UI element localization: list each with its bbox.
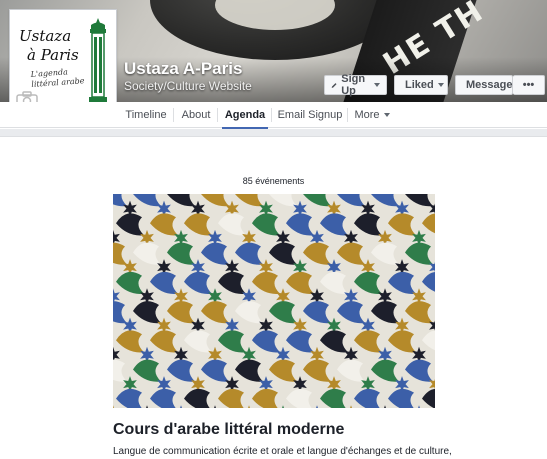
page-title[interactable]: Ustaza A-Paris [124, 59, 242, 79]
liked-label: Liked [405, 79, 434, 91]
liked-button[interactable]: Liked [394, 75, 448, 95]
message-label: Message [466, 79, 513, 91]
tab-more[interactable]: More [348, 102, 396, 128]
tab-timeline[interactable]: Timeline [118, 102, 174, 128]
event-count: 85 événements [242, 176, 305, 186]
profile-picture[interactable]: Ustaza à Paris L'agenda littéral arabe [9, 9, 117, 117]
logo-tagline: L'agenda littéral arabe [30, 67, 85, 89]
chevron-down-icon [437, 83, 444, 87]
tab-email-signup[interactable]: Email Signup [272, 102, 348, 128]
chevron-down-icon [383, 113, 390, 117]
event-cover-image[interactable] [113, 194, 435, 408]
page-nav-bar: Timeline About Agenda Email Signup More [0, 102, 547, 129]
content-divider [0, 129, 547, 137]
page-category[interactable]: Society/Culture Website [124, 79, 252, 93]
tab-agenda[interactable]: Agenda [218, 102, 272, 129]
message-button[interactable]: Message [455, 75, 513, 95]
tab-about[interactable]: About [174, 102, 218, 128]
more-options-label: ••• [522, 79, 535, 91]
sign-up-label: Sign Up [341, 73, 366, 97]
tab-more-label: More [354, 109, 380, 121]
logo-line-2: à Paris [27, 46, 79, 64]
more-options-button[interactable]: ••• [513, 75, 545, 95]
sign-up-button[interactable]: Sign Up [324, 73, 387, 97]
event-title[interactable]: Cours d'arabe littéral moderne [113, 421, 344, 439]
pencil-icon [331, 82, 337, 88]
chevron-down-icon [374, 83, 380, 87]
morris-column-icon [87, 18, 109, 107]
logo-line-1: Ustaza [19, 27, 72, 45]
mosaic-tile-image [113, 194, 435, 408]
event-description: Langue de communication écrite et orale … [113, 446, 452, 457]
